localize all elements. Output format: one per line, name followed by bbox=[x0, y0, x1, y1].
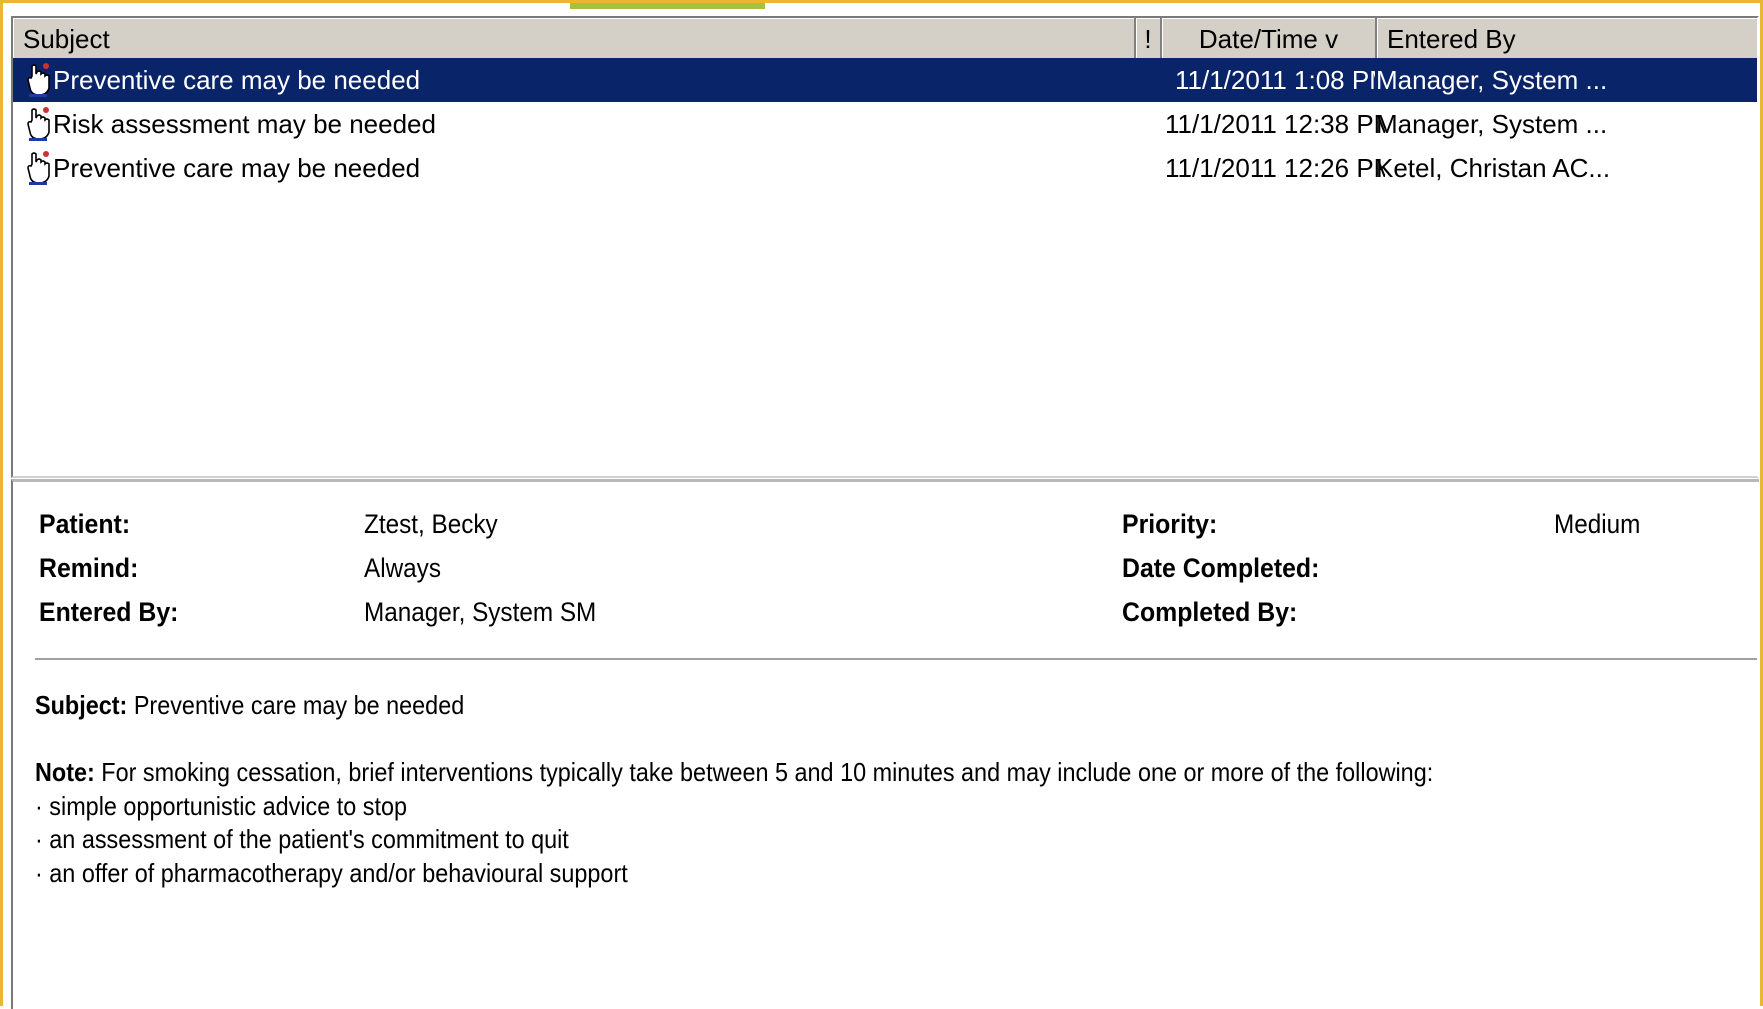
completed-by-label: Completed By: bbox=[1122, 597, 1298, 627]
subject-label: Subject: bbox=[35, 690, 128, 720]
detail-divider bbox=[35, 658, 1757, 660]
priority-value: Medium bbox=[1554, 509, 1641, 539]
priority-label: Priority: bbox=[1122, 509, 1218, 539]
reminder-hand-icon bbox=[27, 151, 50, 185]
reminder-detail-pane: Patient: Ztest, Becky Remind: Always Ent… bbox=[11, 479, 1759, 1009]
column-header-entered-by-label: Entered By bbox=[1387, 24, 1516, 54]
patient-value: Ztest, Becky bbox=[364, 509, 498, 539]
table-row[interactable]: Preventive care may be needed 11/1/2011 … bbox=[13, 58, 1757, 102]
table-row[interactable]: Risk assessment may be needed 11/1/2011 … bbox=[13, 102, 1757, 146]
remind-value: Always bbox=[364, 553, 441, 583]
column-header-flag-label: ! bbox=[1144, 24, 1152, 54]
reminders-list[interactable]: Subject ! Date/Time v Entered By Prevent… bbox=[11, 16, 1759, 478]
note-item: · an offer of pharmacotherapy and/or beh… bbox=[35, 858, 628, 888]
remind-label: Remind: bbox=[39, 553, 139, 583]
entered-by-label: Entered By: bbox=[39, 597, 179, 627]
row-datetime: 11/1/2011 12:26 PM bbox=[1165, 153, 1385, 183]
row-datetime: 11/1/2011 1:08 PM bbox=[1175, 65, 1375, 95]
note-label: Note: bbox=[35, 757, 95, 787]
row-subject: Preventive care may be needed bbox=[53, 153, 421, 183]
row-subject: Preventive care may be needed bbox=[53, 65, 421, 95]
column-header-subject[interactable]: Subject bbox=[13, 18, 1136, 60]
note-item: · an assessment of the patient's commitm… bbox=[35, 824, 569, 854]
column-header-datetime[interactable]: Date/Time v bbox=[1162, 18, 1377, 60]
subject-line: Subject: Preventive care may be needed bbox=[35, 688, 464, 722]
entered-by-value: Manager, System SM bbox=[364, 597, 597, 627]
reminder-hand-icon bbox=[27, 63, 50, 97]
reminder-hand-icon bbox=[27, 107, 50, 141]
row-subject: Risk assessment may be needed bbox=[53, 109, 436, 139]
note-item: · simple opportunistic advice to stop bbox=[35, 791, 407, 821]
row-datetime: 11/1/2011 12:38 PM bbox=[1165, 109, 1385, 139]
tab-accent bbox=[570, 3, 765, 9]
patient-label: Patient: bbox=[39, 509, 131, 539]
column-header-entered-by[interactable]: Entered By bbox=[1377, 18, 1757, 60]
date-completed-label: Date Completed: bbox=[1122, 553, 1320, 583]
row-entered-by: Ketel, Christan AC... bbox=[1376, 153, 1611, 183]
note-line: Note: For smoking cessation, brief inter… bbox=[35, 755, 1433, 789]
column-header-subject-label: Subject bbox=[23, 24, 110, 54]
note-value: For smoking cessation, brief interventio… bbox=[94, 757, 1434, 787]
row-entered-by: Manager, System ... bbox=[1376, 109, 1608, 139]
row-entered-by: Manager, System ... bbox=[1376, 65, 1608, 95]
column-header-flag[interactable]: ! bbox=[1136, 18, 1162, 60]
column-header-datetime-label: Date/Time v bbox=[1198, 24, 1339, 54]
subject-value: Preventive care may be needed bbox=[127, 690, 465, 720]
table-row[interactable]: Preventive care may be needed 11/1/2011 … bbox=[13, 146, 1757, 190]
